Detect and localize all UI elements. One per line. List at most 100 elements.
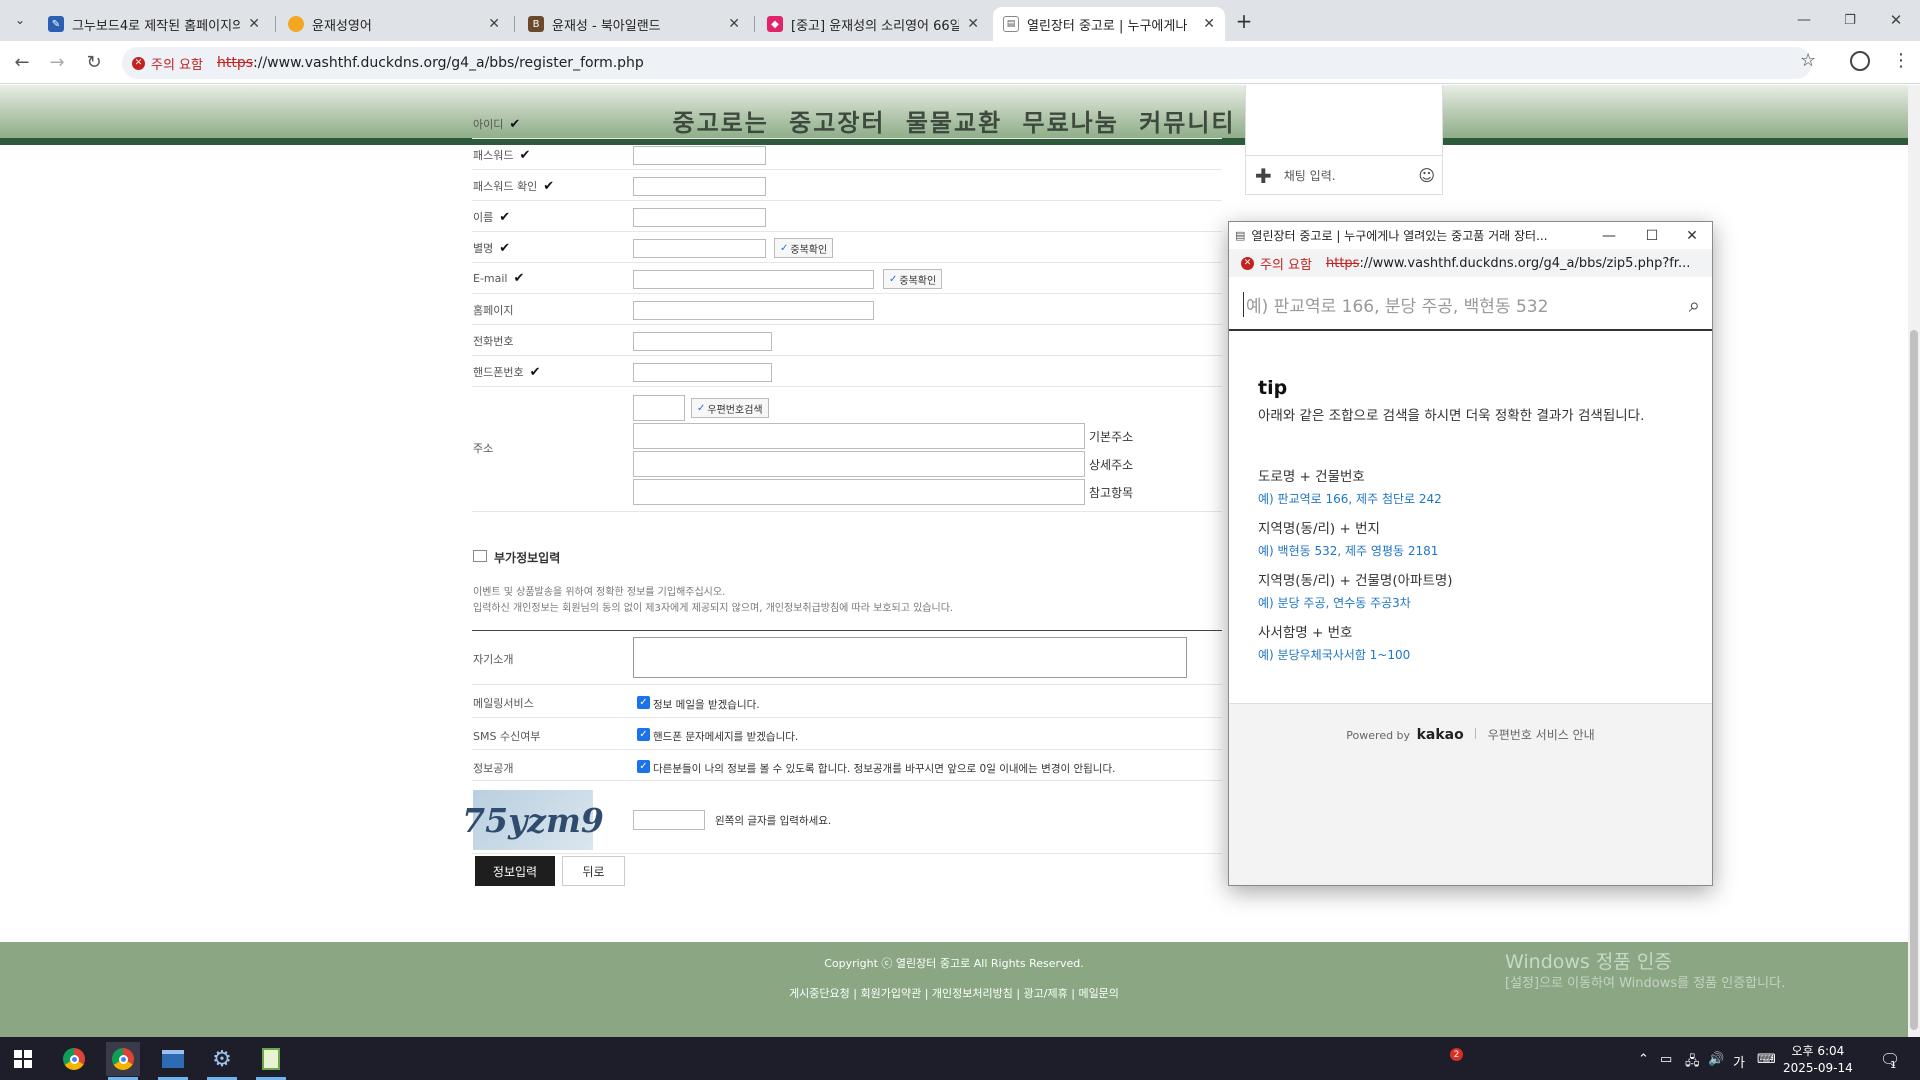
address-bar[interactable]: ✕ 주의 요함 https://www.vashthf.duckdns.org/… — [122, 47, 1812, 79]
name-input[interactable] — [633, 208, 766, 227]
captcha-input[interactable] — [633, 810, 705, 830]
required-check-icon: ✔ — [519, 148, 531, 163]
phone-input[interactable] — [633, 332, 772, 351]
windows-start-icon[interactable] — [6, 1042, 40, 1076]
back-button[interactable]: 뒤로 — [562, 856, 625, 886]
field-label: 아이디 ✔ — [473, 117, 521, 132]
zipcode-input[interactable] — [633, 395, 685, 421]
menu-kebab-icon[interactable]: ⋮ — [1892, 50, 1910, 71]
restore-icon[interactable]: ❐ — [1838, 8, 1862, 32]
settings-gear-app-icon[interactable]: ⚙ — [205, 1042, 239, 1076]
security-warning-chip[interactable]: ✕ 주의 요함 — [132, 54, 203, 73]
tray-chevron-icon[interactable]: ⌃ — [1638, 1052, 1649, 1067]
profile-icon[interactable] — [1850, 51, 1870, 71]
row-divider — [472, 169, 1222, 170]
bookmark-star-icon[interactable]: ☆ — [1800, 50, 1816, 71]
chrome-icon[interactable] — [57, 1042, 91, 1076]
tab-title: [중고] 윤재성의 소리영어 66일 — [791, 18, 960, 34]
service-info-link[interactable]: 우편번호 서비스 안내 — [1488, 728, 1595, 742]
address-ref-input[interactable] — [633, 479, 1085, 505]
zipcode-search-button[interactable]: ✓ 우편번호검색 — [691, 398, 769, 418]
reload-icon[interactable]: ↻ — [82, 50, 106, 74]
close-tab-icon[interactable]: ✕ — [488, 16, 500, 32]
mailing-label: 메일링서비스 — [473, 697, 534, 710]
close-tab-icon[interactable]: ✕ — [728, 16, 740, 32]
tip-example[interactable]: 예) 판교역로 166, 제주 첨단로 242 — [1258, 490, 1442, 507]
close-window-icon[interactable]: ✕ — [1884, 8, 1908, 32]
banner-nav-text[interactable]: 중고로는 중고장터 물물교환 무료나눔 커뮤니티 — [0, 103, 1908, 138]
chrome-active-icon[interactable] — [106, 1042, 140, 1076]
row-divider — [472, 200, 1222, 201]
popup-security-chip[interactable]: ✕ 주의 요함 — [1241, 254, 1312, 273]
tip-example[interactable]: 예) 분당우체국사서함 1~100 — [1258, 646, 1410, 663]
terminal-app-icon[interactable] — [156, 1042, 190, 1076]
sms-checkbox[interactable]: ✓ — [637, 728, 650, 741]
email-dupcheck-button[interactable]: ✓ 중복확인 — [883, 269, 943, 289]
taskbar-clock[interactable]: 오후 6:04 2025-09-14 — [1783, 1043, 1853, 1077]
tab-title: 열린장터 중고로 | 누구에게나 — [1027, 18, 1188, 34]
emoji-icon[interactable]: ☺ — [1418, 166, 1435, 185]
minimize-icon[interactable]: — — [1792, 8, 1816, 32]
password-confirm-input[interactable] — [633, 177, 766, 196]
scrollbar-thumb[interactable] — [1910, 330, 1918, 1030]
tab-aladin-used[interactable]: ◆ [중고] 윤재성의 소리영어 66일 ✕ — [757, 7, 989, 41]
close-tab-icon[interactable]: ✕ — [248, 16, 260, 32]
address-basic-label: 기본주소 — [1089, 430, 1134, 444]
notepad-app-icon[interactable] — [254, 1042, 288, 1076]
tab-yunjaesung-english[interactable]: 윤재성영어 ✕ — [278, 7, 510, 41]
row-divider — [472, 138, 1222, 139]
popup-maximize-icon[interactable]: ☐ — [1632, 222, 1672, 249]
tab-bar: ⌄ ✎ 그누보드4로 제작된 홈페이지의 ✕ 윤재성영어 ✕ B 윤재성 - 북… — [0, 0, 1920, 41]
volume-icon[interactable]: 🔊 — [1708, 1052, 1724, 1067]
keyboard-icon[interactable]: ⌨ — [1757, 1052, 1776, 1067]
popup-close-icon[interactable]: ✕ — [1672, 222, 1712, 249]
email-input[interactable] — [633, 270, 874, 289]
popup-address-bar[interactable]: ✕ 주의 요함 https://www.vashthf.duckdns.org/… — [1229, 249, 1712, 277]
tab-active-junggoro[interactable]: ▤ 열린장터 중고로 | 누구에게나 ✕ — [993, 7, 1225, 41]
tab-gnuboard[interactable]: ✎ 그누보드4로 제작된 홈페이지의 ✕ — [38, 7, 270, 41]
windows-activation-watermark: Windows 정품 인증 — [1505, 951, 1672, 973]
ime-indicator[interactable]: 가 — [1733, 1052, 1745, 1071]
address-basic-input[interactable] — [633, 423, 1085, 449]
homepage-input[interactable] — [633, 301, 874, 320]
mobile-input[interactable] — [633, 363, 772, 382]
address-detail-label: 상세주소 — [1089, 458, 1134, 472]
back-arrow-icon[interactable]: ← — [10, 50, 34, 74]
chat-input[interactable]: ✚ 채팅 입력. ☺ — [1245, 155, 1443, 195]
password-input[interactable] — [633, 146, 766, 165]
nickname-input[interactable] — [633, 239, 766, 258]
tab-search-chevron-icon[interactable]: ⌄ — [10, 10, 30, 30]
row-divider — [472, 262, 1222, 263]
postcode-search-input[interactable]: 예) 판교역로 166, 분당 주공, 백현동 532 ⌕ — [1229, 279, 1712, 331]
tip-example[interactable]: 예) 분당 주공, 연수동 주공3차 — [1258, 594, 1411, 611]
network-icon[interactable]: 🖧 — [1685, 1052, 1700, 1074]
intro-textarea[interactable] — [633, 637, 1187, 678]
mailing-checkbox[interactable]: ✓ — [637, 696, 650, 709]
nickname-dupcheck-button[interactable]: ✓ 중복확인 — [774, 238, 834, 258]
address-detail-input[interactable] — [633, 451, 1085, 477]
search-icon[interactable]: ⌕ — [1689, 293, 1700, 317]
open-profile-checkbox[interactable]: ✓ — [637, 760, 650, 773]
postcode-popup-window: ▤ 열린장터 중고로 | 누구에게나 열려있는 중고품 거래 장터... — ☐… — [1228, 221, 1713, 886]
forward-arrow-icon[interactable]: → — [45, 50, 69, 74]
tray-notification-badge[interactable]: 2 — [1450, 1048, 1463, 1061]
open-text: 다른분들이 나의 정보를 볼 수 있도록 합니다. 정보공개를 바꾸시면 앞으로… — [653, 763, 1116, 775]
tray-meet-icon[interactable]: ▭ — [1660, 1052, 1672, 1067]
submit-button[interactable]: 정보입력 — [475, 856, 555, 886]
extra-info-title: 부가정보입력 — [494, 551, 561, 565]
row-divider — [472, 293, 1222, 294]
close-tab-icon[interactable]: ✕ — [1203, 16, 1215, 32]
plus-icon[interactable]: ✚ — [1255, 164, 1272, 188]
mailing-text: 정보 메일을 받겠습니다. — [653, 699, 760, 711]
new-tab-plus-icon[interactable]: + — [1232, 9, 1256, 33]
close-tab-icon[interactable]: ✕ — [967, 16, 979, 32]
warning-icon: ✕ — [132, 56, 145, 70]
tip-example[interactable]: 예) 백현동 532, 제주 영평동 2181 — [1258, 542, 1438, 559]
tab-separator — [754, 16, 755, 32]
popup-minimize-icon[interactable]: — — [1589, 222, 1629, 249]
powered-by-kakao: Powered by kakao 우편번호 서비스 안내 — [1346, 727, 1595, 743]
tip-key: 지역명(동/리) + 번지 — [1258, 521, 1380, 537]
tab-bookisland[interactable]: B 윤재성 - 북아일랜드 ✕ — [518, 7, 750, 41]
windows-activation-subtext: [설정]으로 이동하여 Windows를 정품 인증합니다. — [1505, 976, 1786, 991]
address-label: 주소 — [473, 442, 494, 455]
